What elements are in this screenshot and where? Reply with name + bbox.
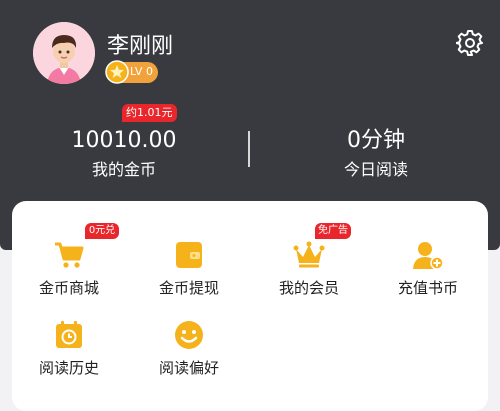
coins-label: 我的金币 <box>91 160 156 179</box>
menu-item-label: 阅读偏好 <box>158 359 219 377</box>
menu-item-recharge[interactable]: 充值书币 <box>378 231 478 311</box>
menu-item-label: 金币商城 <box>38 279 99 297</box>
shopping-cart-icon <box>55 242 84 268</box>
reading-value: 0分钟 <box>347 128 405 153</box>
history-calendar-icon <box>56 321 82 348</box>
reading-label: 今日阅读 <box>343 160 408 179</box>
feature-menu-card: 0元兑换 金币商城 金币提现 免广告 我的会员 充值书币 阅读历史 阅读偏好 <box>12 201 488 411</box>
coin-value-badge: 约1.01元 <box>122 104 177 122</box>
user-add-icon <box>413 242 444 270</box>
exchange-badge: 0元兑换 <box>85 223 119 252</box>
avatar-image <box>33 22 95 84</box>
smile-icon <box>175 321 203 349</box>
gear-icon[interactable] <box>456 29 484 57</box>
menu-item-reading-preference[interactable]: 阅读偏好 <box>139 311 239 391</box>
ad-free-badge: 免广告 <box>315 223 351 239</box>
menu-item-coin-withdraw[interactable]: 金币提现 <box>139 231 239 311</box>
menu-item-my-membership[interactable]: 免广告 我的会员 <box>259 223 359 311</box>
wallet-icon <box>176 242 202 268</box>
star-icon <box>105 60 129 84</box>
today-reading-stat[interactable]: 0分钟 今日阅读 <box>276 128 476 180</box>
menu-item-reading-history[interactable]: 阅读历史 <box>19 311 119 391</box>
stat-divider <box>248 131 250 167</box>
level-text: LV 0 <box>130 65 153 78</box>
menu-item-label: 我的会员 <box>278 279 339 297</box>
username: 李刚刚 <box>107 34 174 59</box>
menu-item-label: 金币提现 <box>158 279 219 297</box>
level-badge[interactable]: LV 0 <box>105 60 158 84</box>
menu-item-coin-mall[interactable]: 0元兑换 金币商城 <box>19 223 119 311</box>
menu-item-label: 阅读历史 <box>38 359 99 377</box>
coins-value: 10010.00 <box>71 128 177 153</box>
menu-item-label: 充值书币 <box>397 279 458 297</box>
avatar[interactable] <box>33 22 95 84</box>
crown-icon <box>293 241 325 268</box>
my-coins-stat[interactable]: 10010.00 我的金币 <box>24 128 224 180</box>
